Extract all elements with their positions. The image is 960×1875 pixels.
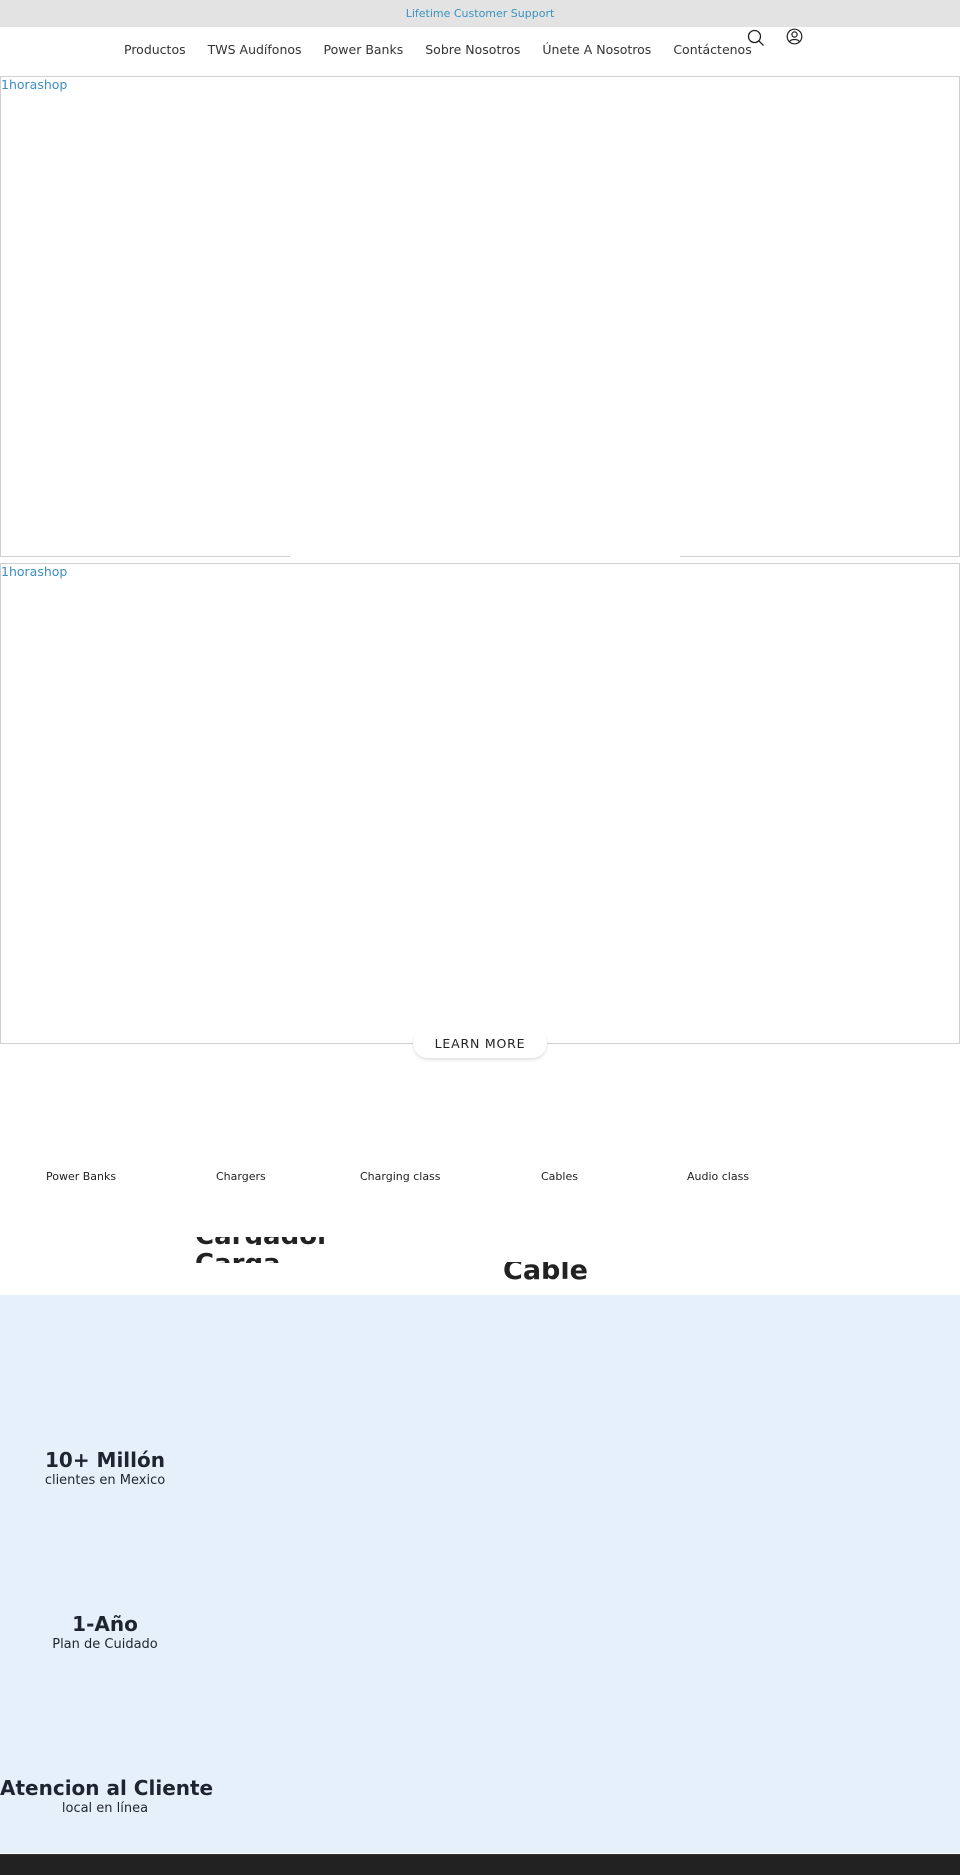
search-icon[interactable]: [746, 28, 766, 48]
stat-subtitle: clientes en Mexico: [44, 1473, 166, 1488]
stat-support: Atencion al Cliente local en línea: [0, 1776, 214, 1816]
nav-link-contactenos[interactable]: Contáctenos: [673, 42, 751, 57]
nav-link-tws-audifonos[interactable]: TWS Audífonos: [208, 42, 302, 57]
category-chargers[interactable]: Chargers: [216, 1170, 266, 1183]
clipped-heading-text: Cargador: [195, 1237, 335, 1245]
clipped-heading-cable: Cable: [503, 1262, 603, 1287]
banner-alt-text: 1horashop: [1, 564, 68, 579]
clipped-heading-cargador: Cargador: [195, 1237, 335, 1245]
stats-section: 10+ Millón clientes en Mexico 1-Año Plan…: [0, 1295, 960, 1853]
hero-banner-2[interactable]: 1horashop: [0, 563, 960, 1044]
clipped-heading-carga: Carga: [195, 1251, 295, 1263]
nav-link-power-banks[interactable]: Power Banks: [324, 42, 404, 57]
clipped-heading-text: Cable: [503, 1262, 588, 1286]
hero-banner-1[interactable]: 1horashop: [0, 76, 960, 557]
stat-care-plan: 1-Año Plan de Cuidado: [0, 1612, 210, 1652]
clipped-heading-text: Carga: [195, 1251, 295, 1263]
stat-title: 10+ Millón: [45, 1448, 165, 1472]
stat-title: Atencion al Cliente: [0, 1776, 214, 1800]
learn-more-button[interactable]: LEARN MORE: [413, 1028, 547, 1058]
category-list: Power Banks Chargers Charging class Cabl…: [0, 1170, 960, 1190]
banner-alt-text: 1horashop: [1, 77, 68, 92]
nav-link-sobre-nosotros[interactable]: Sobre Nosotros: [425, 42, 520, 57]
stat-subtitle: Plan de Cuidado: [52, 1637, 158, 1652]
nav-link-productos[interactable]: Productos: [124, 42, 186, 57]
stat-title: 1-Año: [72, 1612, 138, 1636]
category-audio-class[interactable]: Audio class: [687, 1170, 749, 1183]
site-header: Productos TWS Audífonos Power Banks Sobr…: [0, 27, 960, 75]
category-cables[interactable]: Cables: [541, 1170, 578, 1183]
stat-customers: 10+ Millón clientes en Mexico: [0, 1448, 210, 1488]
nav-link-unete[interactable]: Únete A Nosotros: [542, 42, 651, 57]
account-icon[interactable]: [784, 26, 804, 46]
announcement-bar: Lifetime Customer Support: [0, 0, 960, 27]
site-footer: [0, 1854, 960, 1875]
category-power-banks[interactable]: Power Banks: [46, 1170, 116, 1183]
stat-subtitle: local en línea: [61, 1801, 149, 1816]
main-nav: Productos TWS Audífonos Power Banks Sobr…: [113, 42, 774, 57]
category-charging-class[interactable]: Charging class: [360, 1170, 441, 1183]
hidden-heading: [290, 553, 680, 561]
announcement-text[interactable]: Lifetime Customer Support: [406, 7, 555, 20]
